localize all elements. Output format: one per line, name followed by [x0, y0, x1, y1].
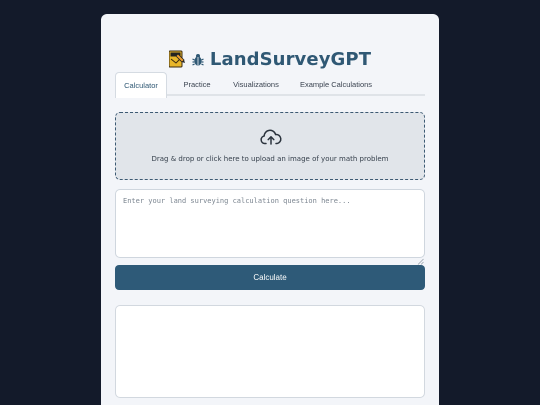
main-card: LandSurveyGPT Calculator Practice Visual… [101, 14, 439, 405]
tab-practice[interactable]: Practice [173, 72, 221, 96]
map-pencil-icon [168, 50, 185, 68]
app-title: LandSurveyGPT [209, 48, 372, 70]
tab-calculator[interactable]: Calculator [115, 72, 167, 98]
resize-grip-icon[interactable] [417, 250, 424, 265]
tab-bar: Calculator Practice Visualizations Examp… [115, 72, 425, 98]
calculate-button[interactable]: Calculate [115, 265, 425, 290]
image-upload-dropzone[interactable]: Drag & drop or click here to upload an i… [115, 112, 425, 180]
tab-example-calculations[interactable]: Example Calculations [295, 72, 377, 96]
tab-visualizations[interactable]: Visualizations [227, 72, 285, 96]
bug-icon [192, 52, 204, 66]
question-input[interactable] [115, 189, 425, 258]
app-header: LandSurveyGPT [101, 47, 439, 71]
cloud-upload-icon [260, 129, 282, 145]
upload-instructions: Drag & drop or click here to upload an i… [151, 155, 389, 163]
result-output-panel [115, 305, 425, 398]
